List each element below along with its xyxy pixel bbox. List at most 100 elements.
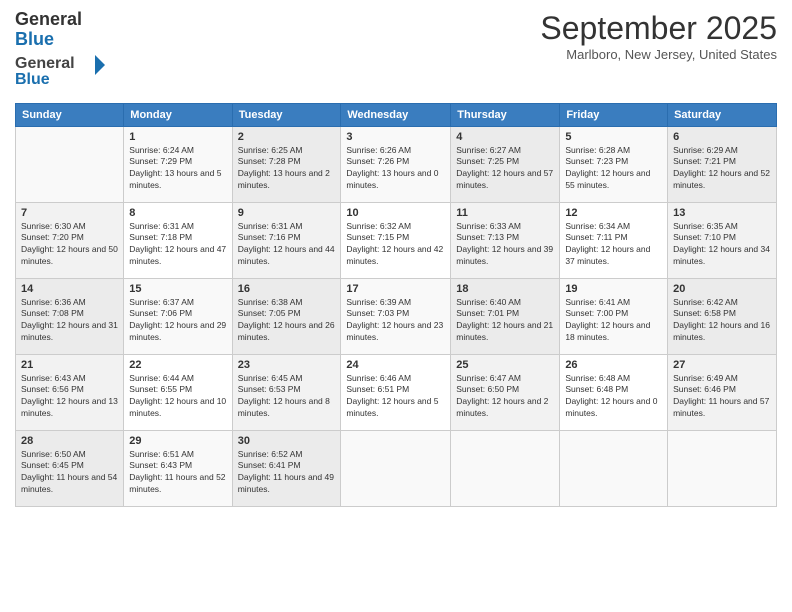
day-number: 12 [565, 207, 662, 219]
day-number: 15 [129, 283, 226, 295]
day-cell: 6 Sunrise: 6:29 AMSunset: 7:21 PMDayligh… [668, 126, 777, 202]
day-info: Sunrise: 6:24 AMSunset: 7:29 PMDaylight:… [129, 145, 226, 193]
day-number: 29 [129, 435, 226, 447]
day-info: Sunrise: 6:44 AMSunset: 6:55 PMDaylight:… [129, 373, 226, 421]
day-cell: 13 Sunrise: 6:35 AMSunset: 7:10 PMDaylig… [668, 202, 777, 278]
day-info: Sunrise: 6:27 AMSunset: 7:25 PMDaylight:… [456, 145, 554, 193]
logo-blue: Blue [15, 29, 54, 49]
day-info: Sunrise: 6:31 AMSunset: 7:18 PMDaylight:… [129, 221, 226, 269]
day-cell: 23 Sunrise: 6:45 AMSunset: 6:53 PMDaylig… [232, 354, 341, 430]
day-info: Sunrise: 6:46 AMSunset: 6:51 PMDaylight:… [346, 373, 445, 421]
week-row-1: 7 Sunrise: 6:30 AMSunset: 7:20 PMDayligh… [16, 202, 777, 278]
day-info: Sunrise: 6:33 AMSunset: 7:13 PMDaylight:… [456, 221, 554, 269]
day-info: Sunrise: 6:41 AMSunset: 7:00 PMDaylight:… [565, 297, 662, 345]
day-cell [451, 430, 560, 506]
month-title: September 2025 [540, 10, 777, 47]
day-cell: 25 Sunrise: 6:47 AMSunset: 6:50 PMDaylig… [451, 354, 560, 430]
col-friday: Friday [560, 103, 668, 126]
day-number: 8 [129, 207, 226, 219]
day-number: 4 [456, 131, 554, 143]
day-info: Sunrise: 6:48 AMSunset: 6:48 PMDaylight:… [565, 373, 662, 421]
day-number: 3 [346, 131, 445, 143]
day-info: Sunrise: 6:38 AMSunset: 7:05 PMDaylight:… [238, 297, 336, 345]
day-info: Sunrise: 6:28 AMSunset: 7:23 PMDaylight:… [565, 145, 662, 193]
day-cell: 3 Sunrise: 6:26 AMSunset: 7:26 PMDayligh… [341, 126, 451, 202]
day-info: Sunrise: 6:34 AMSunset: 7:11 PMDaylight:… [565, 221, 662, 269]
day-info: Sunrise: 6:45 AMSunset: 6:53 PMDaylight:… [238, 373, 336, 421]
day-info: Sunrise: 6:31 AMSunset: 7:16 PMDaylight:… [238, 221, 336, 269]
col-monday: Monday [124, 103, 232, 126]
day-cell [668, 430, 777, 506]
day-cell: 26 Sunrise: 6:48 AMSunset: 6:48 PMDaylig… [560, 354, 668, 430]
day-cell: 29 Sunrise: 6:51 AMSunset: 6:43 PMDaylig… [124, 430, 232, 506]
day-cell: 21 Sunrise: 6:43 AMSunset: 6:56 PMDaylig… [16, 354, 124, 430]
col-thursday: Thursday [451, 103, 560, 126]
logo: GeneralBlue General Blue [15, 10, 105, 95]
day-number: 10 [346, 207, 445, 219]
day-cell: 27 Sunrise: 6:49 AMSunset: 6:46 PMDaylig… [668, 354, 777, 430]
day-cell: 9 Sunrise: 6:31 AMSunset: 7:16 PMDayligh… [232, 202, 341, 278]
col-wednesday: Wednesday [341, 103, 451, 126]
day-number: 30 [238, 435, 336, 447]
day-cell: 10 Sunrise: 6:32 AMSunset: 7:15 PMDaylig… [341, 202, 451, 278]
day-info: Sunrise: 6:37 AMSunset: 7:06 PMDaylight:… [129, 297, 226, 345]
day-number: 27 [673, 359, 771, 371]
day-cell: 5 Sunrise: 6:28 AMSunset: 7:23 PMDayligh… [560, 126, 668, 202]
day-info: Sunrise: 6:47 AMSunset: 6:50 PMDaylight:… [456, 373, 554, 421]
day-info: Sunrise: 6:52 AMSunset: 6:41 PMDaylight:… [238, 449, 336, 497]
day-number: 1 [129, 131, 226, 143]
day-number: 5 [565, 131, 662, 143]
day-info: Sunrise: 6:29 AMSunset: 7:21 PMDaylight:… [673, 145, 771, 193]
day-number: 21 [21, 359, 118, 371]
day-cell: 19 Sunrise: 6:41 AMSunset: 7:00 PMDaylig… [560, 278, 668, 354]
day-number: 18 [456, 283, 554, 295]
day-info: Sunrise: 6:50 AMSunset: 6:45 PMDaylight:… [21, 449, 118, 497]
day-info: Sunrise: 6:49 AMSunset: 6:46 PMDaylight:… [673, 373, 771, 421]
svg-text:Blue: Blue [15, 71, 50, 88]
title-block: September 2025 Marlboro, New Jersey, Uni… [540, 10, 777, 62]
day-cell: 15 Sunrise: 6:37 AMSunset: 7:06 PMDaylig… [124, 278, 232, 354]
day-cell [341, 430, 451, 506]
day-number: 13 [673, 207, 771, 219]
day-cell [16, 126, 124, 202]
col-saturday: Saturday [668, 103, 777, 126]
calendar-table: Sunday Monday Tuesday Wednesday Thursday… [15, 103, 777, 507]
week-row-3: 21 Sunrise: 6:43 AMSunset: 6:56 PMDaylig… [16, 354, 777, 430]
day-number: 19 [565, 283, 662, 295]
logo-text: GeneralBlue [15, 10, 105, 50]
location: Marlboro, New Jersey, United States [540, 47, 777, 62]
day-number: 17 [346, 283, 445, 295]
day-cell: 22 Sunrise: 6:44 AMSunset: 6:55 PMDaylig… [124, 354, 232, 430]
header-row: Sunday Monday Tuesday Wednesday Thursday… [16, 103, 777, 126]
week-row-2: 14 Sunrise: 6:36 AMSunset: 7:08 PMDaylig… [16, 278, 777, 354]
day-cell: 12 Sunrise: 6:34 AMSunset: 7:11 PMDaylig… [560, 202, 668, 278]
day-info: Sunrise: 6:25 AMSunset: 7:28 PMDaylight:… [238, 145, 336, 193]
day-number: 2 [238, 131, 336, 143]
day-number: 6 [673, 131, 771, 143]
day-info: Sunrise: 6:51 AMSunset: 6:43 PMDaylight:… [129, 449, 226, 497]
day-cell: 14 Sunrise: 6:36 AMSunset: 7:08 PMDaylig… [16, 278, 124, 354]
header: GeneralBlue General Blue September 2025 … [15, 10, 777, 95]
day-number: 7 [21, 207, 118, 219]
day-cell: 2 Sunrise: 6:25 AMSunset: 7:28 PMDayligh… [232, 126, 341, 202]
day-info: Sunrise: 6:40 AMSunset: 7:01 PMDaylight:… [456, 297, 554, 345]
day-cell: 24 Sunrise: 6:46 AMSunset: 6:51 PMDaylig… [341, 354, 451, 430]
day-number: 16 [238, 283, 336, 295]
day-number: 28 [21, 435, 118, 447]
day-info: Sunrise: 6:42 AMSunset: 6:58 PMDaylight:… [673, 297, 771, 345]
logo-icon: General Blue [15, 50, 105, 90]
day-info: Sunrise: 6:39 AMSunset: 7:03 PMDaylight:… [346, 297, 445, 345]
day-info: Sunrise: 6:26 AMSunset: 7:26 PMDaylight:… [346, 145, 445, 193]
day-cell: 11 Sunrise: 6:33 AMSunset: 7:13 PMDaylig… [451, 202, 560, 278]
day-number: 22 [129, 359, 226, 371]
day-cell: 8 Sunrise: 6:31 AMSunset: 7:18 PMDayligh… [124, 202, 232, 278]
day-number: 23 [238, 359, 336, 371]
day-cell: 7 Sunrise: 6:30 AMSunset: 7:20 PMDayligh… [16, 202, 124, 278]
day-info: Sunrise: 6:43 AMSunset: 6:56 PMDaylight:… [21, 373, 118, 421]
day-cell: 4 Sunrise: 6:27 AMSunset: 7:25 PMDayligh… [451, 126, 560, 202]
week-row-0: 1 Sunrise: 6:24 AMSunset: 7:29 PMDayligh… [16, 126, 777, 202]
day-info: Sunrise: 6:30 AMSunset: 7:20 PMDaylight:… [21, 221, 118, 269]
day-cell: 18 Sunrise: 6:40 AMSunset: 7:01 PMDaylig… [451, 278, 560, 354]
calendar-page: GeneralBlue General Blue September 2025 … [0, 0, 792, 612]
week-row-4: 28 Sunrise: 6:50 AMSunset: 6:45 PMDaylig… [16, 430, 777, 506]
